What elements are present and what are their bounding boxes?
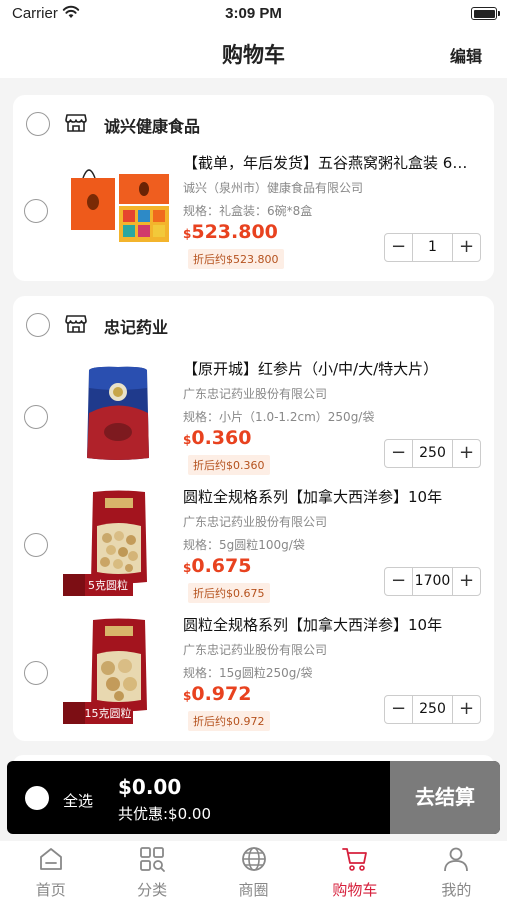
product-image-gift-box[interactable] — [63, 152, 173, 262]
item-select-radio[interactable] — [24, 661, 48, 685]
size-tag-label: 5克圆粒 — [88, 578, 128, 592]
cart-item: 【截单，年后发货】五谷燕窝粥礼盒装 6碗*8盒 诚兴（泉州市）健康食品有限公司 … — [13, 147, 494, 272]
checkout-button[interactable]: 去结算 — [390, 761, 500, 834]
store-name: 忠记药业 — [104, 318, 169, 337]
item-spec: 规格：小片（1.0-1.2cm）250g/袋 — [183, 410, 375, 424]
tab-category[interactable]: 分类 — [101, 841, 202, 900]
status-bar: Carrier 3:09 PM — [0, 0, 507, 28]
item-company: 诚兴（泉州市）健康食品有限公司 — [183, 181, 364, 195]
quantity-value[interactable]: 250 — [412, 440, 453, 467]
item-price: $0.675 — [183, 555, 252, 577]
item-title[interactable]: 【原开城】红参片（小/中/大/特大片） — [183, 358, 481, 379]
item-spec: 规格：礼盒装：6碗*8盒 — [183, 204, 313, 218]
store-name: 诚兴健康食品 — [104, 117, 201, 136]
user-icon — [444, 847, 469, 872]
store-select-radio[interactable] — [26, 313, 50, 337]
battery-icon — [471, 7, 500, 20]
item-price: $0.360 — [183, 427, 252, 449]
item-title[interactable]: 【截单，年后发货】五谷燕窝粥礼盒装 6碗*8盒 — [183, 152, 481, 173]
quantity-value[interactable]: 1 — [412, 234, 453, 261]
quantity-stepper: − 250 + — [384, 439, 481, 468]
tab-profile[interactable]: 我的 — [406, 841, 507, 900]
item-spec: 规格：5g圆粒100g/袋 — [183, 538, 305, 552]
item-company: 广东忠记药业股份有限公司 — [183, 387, 328, 401]
size-tag: 5克圆粒 — [63, 574, 133, 596]
quantity-stepper: − 250 + — [384, 695, 481, 724]
discount-badge: 折后约$0.972 — [188, 711, 270, 731]
store-card: 忠记药业 【原开城】红参片（小/中/大/特大片） 广东忠记药业股份有限公司 规格… — [13, 296, 494, 741]
home-icon — [39, 848, 62, 870]
tab-label: 我的 — [441, 881, 472, 899]
store-icon — [65, 315, 87, 333]
quantity-stepper: − 1700 + — [384, 567, 481, 596]
select-all-label[interactable]: 全选 — [63, 790, 93, 811]
item-spec: 规格：15g圆粒250g/袋 — [183, 666, 313, 680]
tab-label: 分类 — [137, 881, 168, 899]
page-title: 购物车 — [222, 43, 285, 67]
checkout-bar: 全选 $0.00 共优惠:$0.00 去结算 — [7, 761, 500, 834]
nav-bar: 购物车 编辑 — [0, 28, 507, 78]
store-card: 诚兴健康食品 【截单，年后发货】五谷燕窝粥礼盒装 6碗*8盒 诚兴（泉州市）健康… — [13, 95, 494, 281]
tab-label: 商圈 — [238, 881, 269, 899]
increment-button[interactable]: + — [453, 440, 480, 467]
size-tag-label: 15克圆粒 — [85, 706, 132, 720]
store-select-radio[interactable] — [26, 112, 50, 136]
tab-home[interactable]: 首页 — [0, 841, 101, 900]
decrement-button[interactable]: − — [385, 440, 412, 467]
globe-icon — [241, 847, 266, 871]
increment-button[interactable]: + — [453, 234, 480, 261]
total-saving: 共优惠:$0.00 — [118, 805, 211, 823]
cart-item: 5克圆粒 圆粒全规格系列【加拿大西洋参】10年 广东忠记药业股份有限公司 规格：… — [13, 481, 494, 606]
item-company: 广东忠记药业股份有限公司 — [183, 515, 328, 529]
cart-item: 【原开城】红参片（小/中/大/特大片） 广东忠记药业股份有限公司 规格：小片（1… — [13, 353, 494, 478]
item-company: 广东忠记药业股份有限公司 — [183, 643, 328, 657]
edit-button[interactable]: 编辑 — [450, 43, 482, 67]
tab-label: 购物车 — [332, 881, 378, 899]
increment-button[interactable]: + — [453, 568, 480, 595]
decrement-button[interactable]: − — [385, 234, 412, 261]
item-price: $523.800 — [183, 221, 278, 243]
quantity-stepper: − 1 + — [384, 233, 481, 262]
item-title[interactable]: 圆粒全规格系列【加拿大西洋参】10年 — [183, 614, 481, 635]
tab-business-circle[interactable]: 商圈 — [203, 841, 304, 900]
total-price: $0.00 — [118, 775, 182, 799]
item-select-radio[interactable] — [24, 533, 48, 557]
tab-label: 首页 — [35, 881, 66, 899]
discount-badge: 折后约$0.360 — [188, 455, 270, 475]
item-select-radio[interactable] — [24, 405, 48, 429]
discount-badge: 折后约$0.675 — [188, 583, 270, 603]
tab-cart[interactable]: 购物车 — [304, 841, 405, 900]
cart-item: 15克圆粒 圆粒全规格系列【加拿大西洋参】10年 广东忠记药业股份有限公司 规格… — [13, 609, 494, 734]
product-image-red-ginseng[interactable] — [63, 358, 173, 468]
select-all-radio[interactable] — [25, 786, 49, 810]
decrement-button[interactable]: − — [385, 696, 412, 723]
clock: 3:09 PM — [225, 5, 282, 22]
category-icon — [140, 847, 166, 872]
item-select-radio[interactable] — [24, 199, 48, 223]
item-price: $0.972 — [183, 683, 252, 705]
discount-badge: 折后约$523.800 — [188, 249, 284, 269]
quantity-value[interactable]: 250 — [412, 696, 453, 723]
store-icon — [65, 114, 87, 132]
tab-bar: 首页 分类 商圈 购物车 我的 — [0, 841, 507, 900]
decrement-button[interactable]: − — [385, 568, 412, 595]
increment-button[interactable]: + — [453, 696, 480, 723]
quantity-value[interactable]: 1700 — [412, 568, 453, 595]
cart-icon — [342, 848, 367, 871]
size-tag: 15克圆粒 — [63, 702, 133, 724]
item-title[interactable]: 圆粒全规格系列【加拿大西洋参】10年 — [183, 486, 481, 507]
